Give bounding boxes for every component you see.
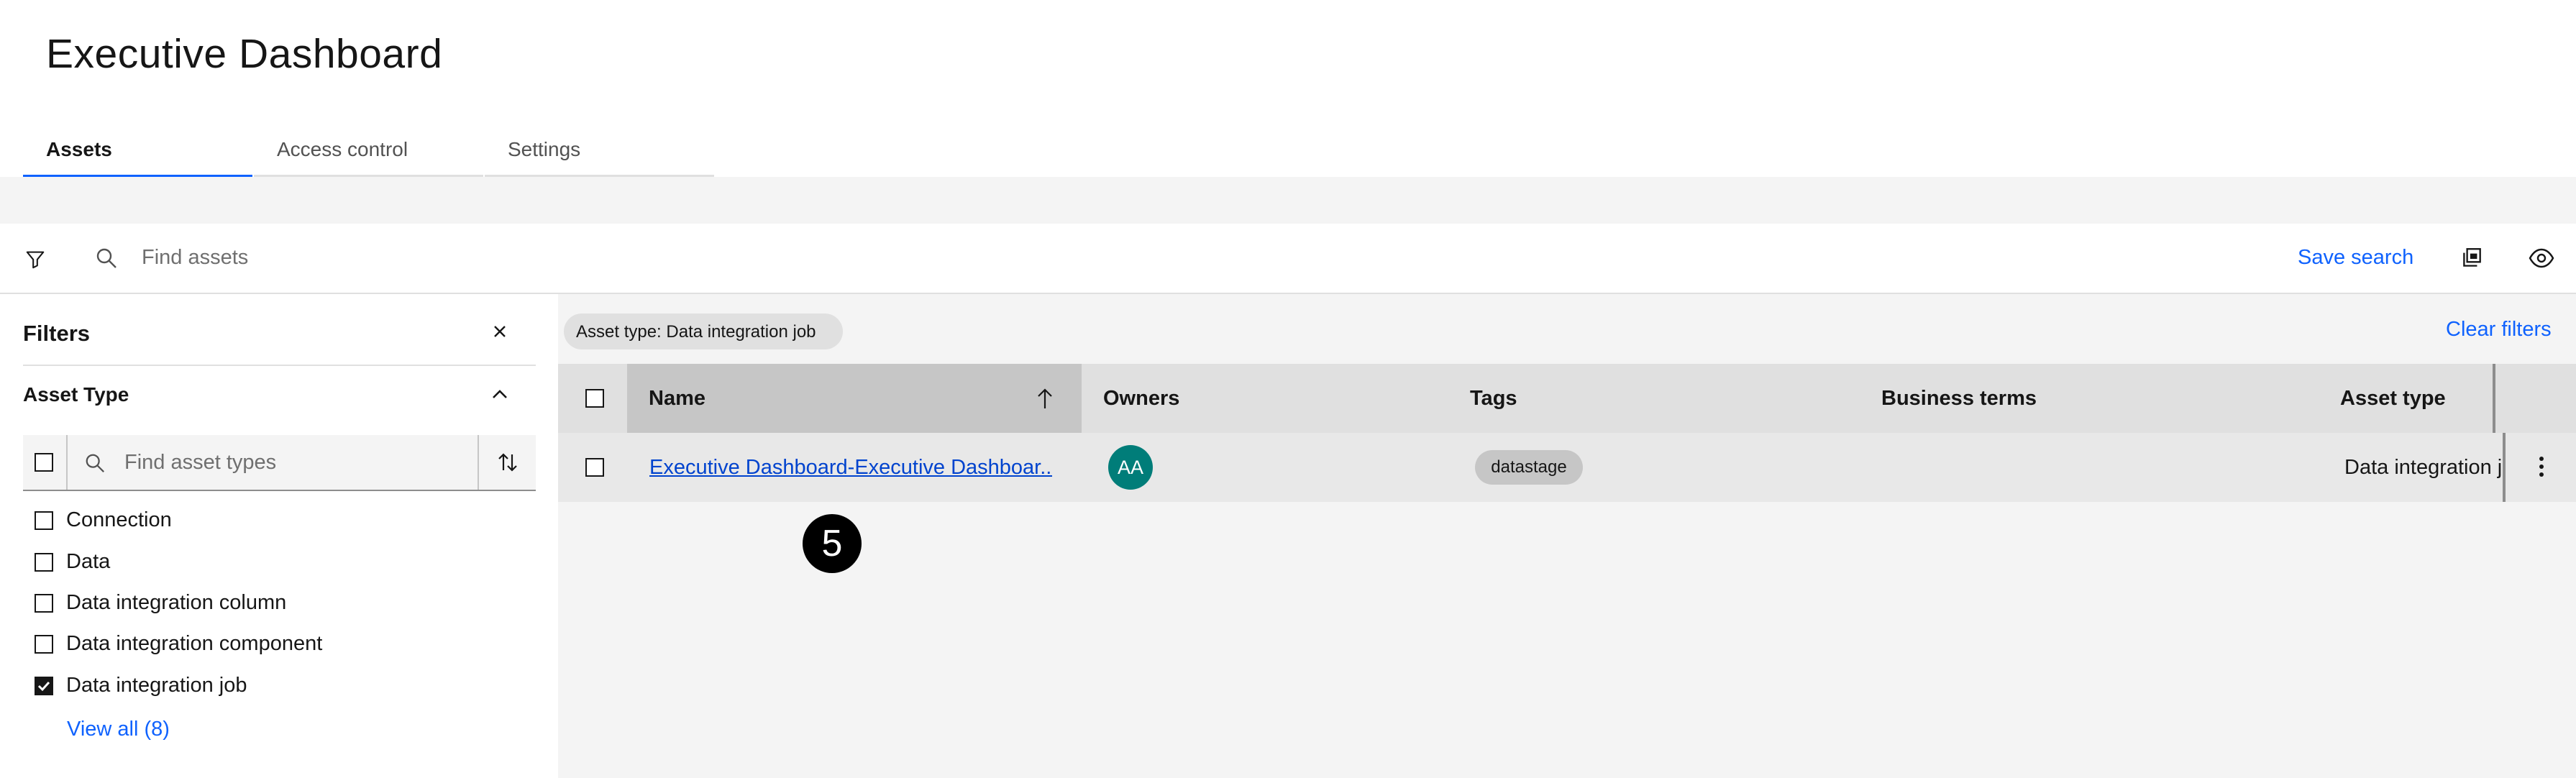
divider <box>66 435 68 490</box>
column-header-tags[interactable]: Tags <box>1448 364 1860 433</box>
saved-searches-icon[interactable] <box>2459 246 2484 270</box>
option-checkbox[interactable] <box>35 594 53 613</box>
sort-icon[interactable] <box>496 451 519 474</box>
asset-name-link[interactable]: Executive Dashboard-Executive Dashboar..… <box>649 456 1052 480</box>
table-row[interactable]: Executive Dashboard-Executive Dashboar..… <box>558 433 2576 502</box>
column-resize-handle[interactable] <box>2503 433 2506 502</box>
column-header-label: Name <box>649 387 705 410</box>
view-all-link[interactable]: View all (8) <box>67 718 170 741</box>
filters-panel: Filters Asset Type Find asset types Conn… <box>0 294 558 778</box>
filter-chip[interactable]: Asset type: Data integration job <box>564 314 843 349</box>
overflow-menu-icon[interactable] <box>2539 454 2544 479</box>
column-header-business-terms[interactable]: Business terms <box>1860 364 2319 433</box>
chevron-up-icon[interactable] <box>490 386 509 402</box>
tag-chip[interactable]: datastage <box>1475 450 1583 485</box>
row-checkbox[interactable] <box>585 458 604 477</box>
tab-label: Access control <box>277 138 408 160</box>
step-number-badge: 5 <box>803 514 862 573</box>
clear-filters-button[interactable]: Clear filters <box>2446 318 2552 342</box>
filters-title: Filters <box>23 321 91 346</box>
option-checkbox[interactable] <box>35 553 53 572</box>
asset-type-search-input[interactable]: Find asset types <box>124 451 276 475</box>
column-header-label: Asset type <box>2340 387 2446 410</box>
select-all-rows-checkbox[interactable] <box>585 389 604 408</box>
divider <box>478 435 479 490</box>
filter-chip-label: Asset type: Data integration job <box>576 322 816 342</box>
option-label: Data integration component <box>66 632 323 655</box>
tab-assets[interactable]: Assets <box>23 129 252 178</box>
option-label: Data <box>66 550 111 573</box>
column-header-asset-type[interactable]: Asset type <box>2319 364 2527 433</box>
column-resize-handle[interactable] <box>2493 364 2495 433</box>
column-header-name[interactable]: Name <box>627 364 1082 433</box>
asset-type-cell: Data integration job <box>2344 456 2503 479</box>
select-all-checkbox[interactable] <box>35 453 53 472</box>
table-header: Name Owners Tags Business terms Asset ty… <box>558 364 2576 433</box>
header-select-cell <box>558 364 627 433</box>
column-header-label: Tags <box>1470 387 1517 410</box>
column-header-label: Business terms <box>1881 387 2037 410</box>
avatar[interactable]: AA <box>1108 445 1153 490</box>
option-checkbox-checked[interactable] <box>35 677 53 695</box>
option-label: Data integration column <box>66 591 287 614</box>
filter-icon[interactable] <box>24 248 46 270</box>
search-icon <box>95 247 118 270</box>
sort-ascending-icon[interactable] <box>1036 387 1054 410</box>
option-checkbox[interactable] <box>35 511 53 530</box>
save-search-button[interactable]: Save search <box>2298 246 2413 270</box>
divider <box>23 365 536 366</box>
eye-icon[interactable] <box>2529 248 2554 268</box>
option-label: Data integration job <box>66 674 247 697</box>
assets-table: Name Owners Tags Business terms Asset ty… <box>558 364 2576 502</box>
column-header-owners[interactable]: Owners <box>1082 364 1448 433</box>
close-icon[interactable] <box>491 323 508 340</box>
column-header-label: Owners <box>1103 387 1180 410</box>
tab-settings[interactable]: Settings <box>485 129 714 177</box>
tab-label: Settings <box>508 138 581 160</box>
search-icon <box>84 452 106 474</box>
tab-label: Assets <box>46 138 112 160</box>
page-title: Executive Dashboard <box>46 31 443 77</box>
search-toolbar: Find assets Save search <box>0 224 2576 294</box>
asset-type-section-title[interactable]: Asset Type <box>23 383 129 406</box>
tab-content-spacer <box>0 177 2576 224</box>
asset-type-search: Find asset types <box>23 435 536 491</box>
search-input[interactable]: Find assets <box>142 246 248 270</box>
tab-access-control[interactable]: Access control <box>254 129 483 177</box>
option-checkbox[interactable] <box>35 635 53 654</box>
results-panel: Asset type: Data integration job Clear f… <box>558 294 2576 778</box>
option-label: Connection <box>66 508 172 531</box>
